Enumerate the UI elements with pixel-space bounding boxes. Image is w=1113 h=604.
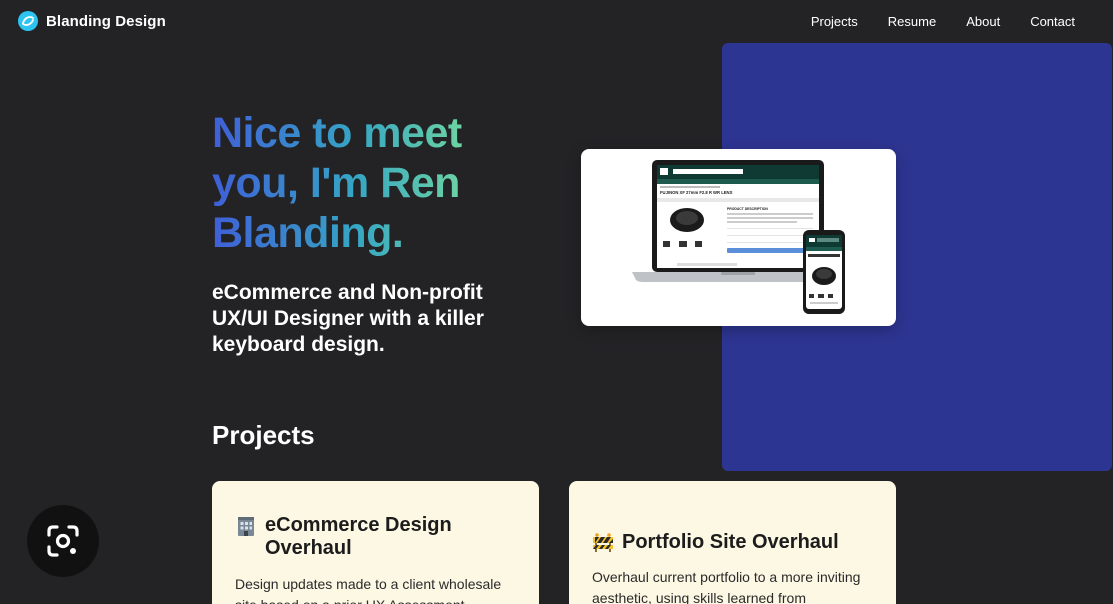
site-header: Blanding Design Projects Resume About Co…	[0, 0, 1113, 44]
project-card-title-text: eCommerce Design Overhaul	[265, 514, 452, 559]
brand-logo-icon	[18, 11, 38, 31]
project-card-portfolio[interactable]: Portfolio Site Overhaul Overhaul current…	[569, 481, 896, 604]
hero-mockup-card: FUJINON XF 27mm F2.8 R WR LENS PRODUCT D…	[581, 149, 896, 326]
lens-camera-icon	[47, 525, 79, 557]
project-card-ecommerce[interactable]: eCommerce Design Overhaul Design updates…	[212, 481, 539, 604]
construction-barrier-icon	[592, 532, 614, 554]
brand-link[interactable]: Blanding Design	[18, 11, 166, 31]
project-card-description: Overhaul current portfolio to a more inv…	[592, 569, 861, 604]
hero-headline: Nice to meet you, I'm Ren Blanding.	[212, 108, 532, 258]
hero-subheadline: eCommerce and Non-profit UX/UI Designer …	[212, 281, 484, 356]
mockup-product-title: FUJINON XF 27mm F2.8 R WR LENS	[660, 190, 733, 195]
brand-name: Blanding Design	[46, 12, 166, 30]
office-building-icon	[235, 515, 257, 537]
project-card-title-text: Portfolio Site Overhaul	[622, 531, 839, 553]
mockup-section-title: PRODUCT DESCRIPTION	[727, 207, 768, 211]
nav-contact[interactable]: Contact	[1030, 14, 1075, 29]
visual-search-button[interactable]	[27, 505, 99, 577]
project-card-title: eCommerce Design Overhaul	[235, 514, 516, 560]
projects-heading: Projects	[212, 420, 315, 450]
main-nav: Projects Resume About Contact	[811, 14, 1075, 29]
device-mockup-image: FUJINON XF 27mm F2.8 R WR LENS PRODUCT D…	[632, 160, 845, 314]
nav-projects[interactable]: Projects	[811, 14, 858, 29]
nav-resume[interactable]: Resume	[888, 14, 936, 29]
project-card-title: Portfolio Site Overhaul	[592, 531, 873, 554]
nav-about[interactable]: About	[966, 14, 1000, 29]
project-card-description: Design updates made to a client wholesal…	[235, 576, 502, 604]
